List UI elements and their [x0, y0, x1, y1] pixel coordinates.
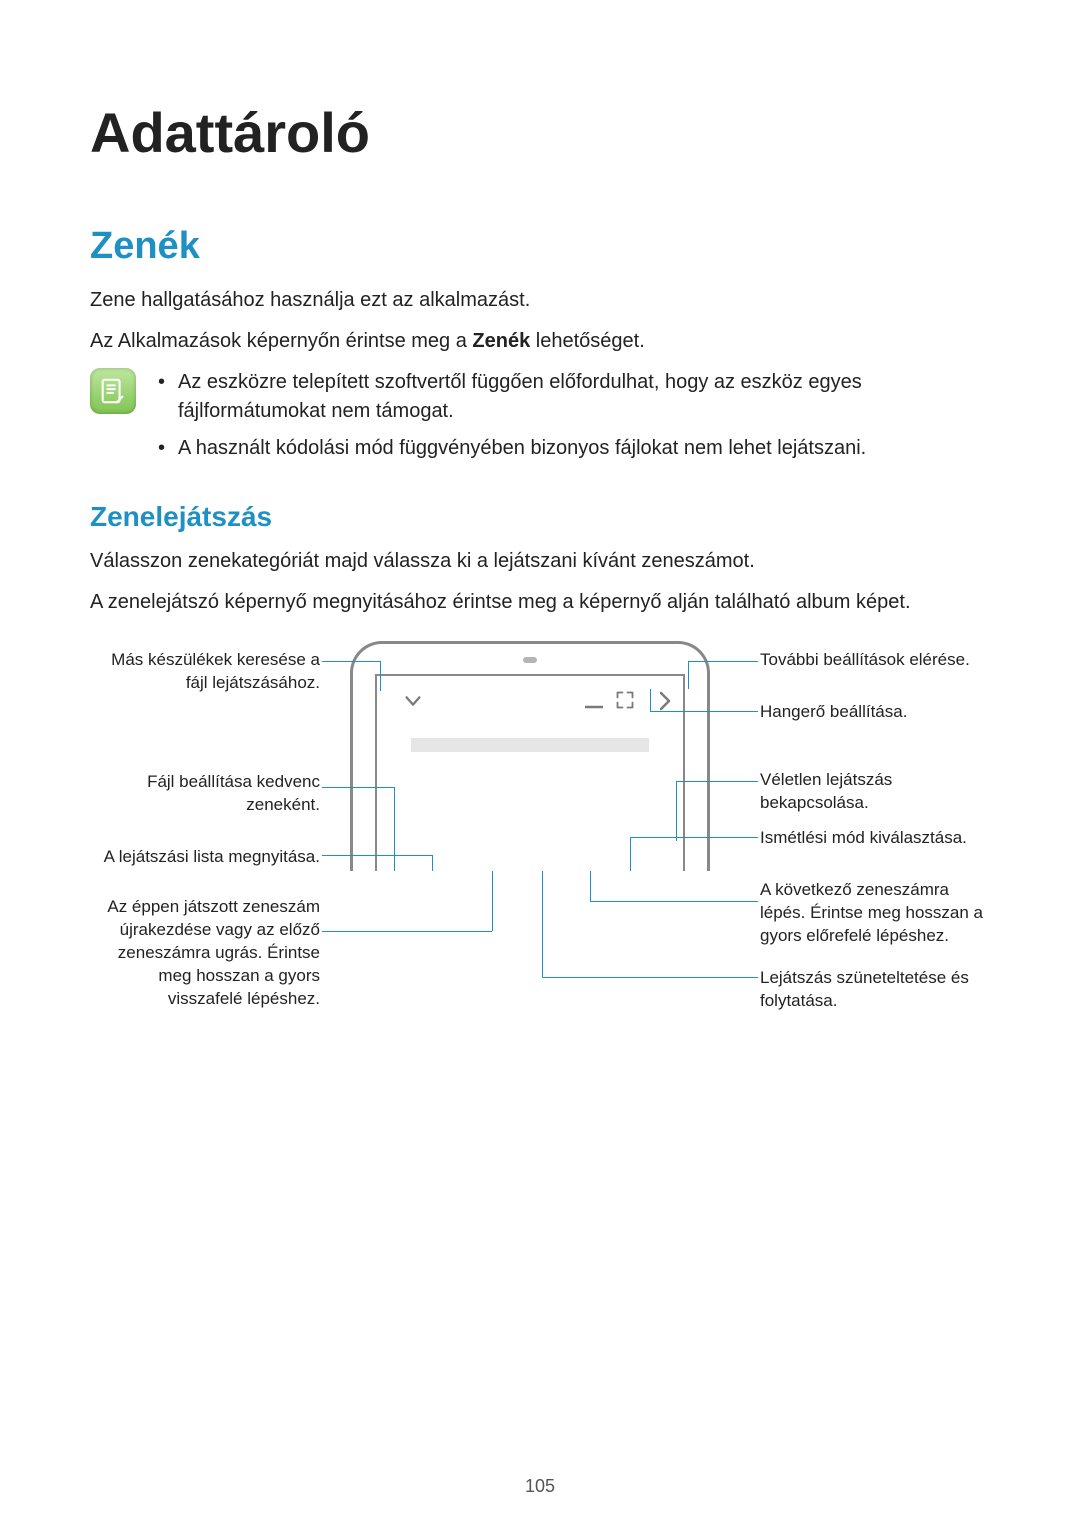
- label-more-options: További beállítások elérése.: [760, 649, 990, 672]
- label-favorite: Fájl beállítása kedvenc zeneként.: [90, 771, 320, 817]
- device-screen: [375, 674, 685, 871]
- more-arrow-icon: [657, 690, 673, 717]
- chevron-down-icon: [402, 690, 424, 717]
- expand-icon: [615, 690, 635, 715]
- placeholder-bar: [411, 738, 649, 752]
- page-title: Adattároló: [90, 100, 990, 165]
- label-restart-prev: Az éppen játszott zeneszám újrakezdése v…: [90, 896, 320, 1011]
- label-volume: Hangerő beállítása.: [760, 701, 990, 724]
- label-play-pause: Lejátszás szüneteltetése és folytatása.: [760, 967, 990, 1013]
- intro2-bold: Zenék: [472, 330, 530, 352]
- device-speaker: [523, 657, 537, 663]
- label-repeat: Ismétlési mód kiválasztása.: [760, 827, 990, 850]
- intro-paragraph-1: Zene hallgatásához használja ezt az alka…: [90, 286, 990, 315]
- label-shuffle: Véletlen lejátszás bekapcsolása.: [760, 769, 990, 815]
- intro2-post: lehetőséget.: [530, 330, 645, 352]
- note-bullet-1: Az eszközre telepített szoftvertől függő…: [154, 368, 990, 426]
- label-next: A következő zeneszámra lépés. Érintse me…: [760, 879, 990, 948]
- note-list: Az eszközre telepített szoftvertől függő…: [154, 368, 990, 471]
- underscore-icon: [585, 696, 603, 714]
- diagram: Más készülékek keresése a fájl lejátszás…: [90, 641, 990, 1061]
- paragraph-b: A zenelejátszó képernyő megnyitásához ér…: [90, 588, 990, 617]
- note-bullet-2: A használt kódolási mód függvényében biz…: [154, 434, 990, 463]
- label-playlist: A lejátszási lista megnyitása.: [90, 846, 320, 869]
- page-number: 105: [0, 1476, 1080, 1497]
- intro2-pre: Az Alkalmazások képernyőn érintse meg a: [90, 330, 472, 352]
- note-block: Az eszközre telepített szoftvertől függő…: [90, 368, 990, 471]
- intro-paragraph-2: Az Alkalmazások képernyőn érintse meg a …: [90, 327, 990, 356]
- paragraph-a: Válasszon zenekategóriát majd válassza k…: [90, 547, 990, 576]
- note-icon: [90, 368, 136, 414]
- section-title-zenek: Zenék: [90, 225, 990, 268]
- subsection-title: Zenelejátszás: [90, 501, 990, 533]
- label-search-devices: Más készülékek keresése a fájl lejátszás…: [90, 649, 320, 695]
